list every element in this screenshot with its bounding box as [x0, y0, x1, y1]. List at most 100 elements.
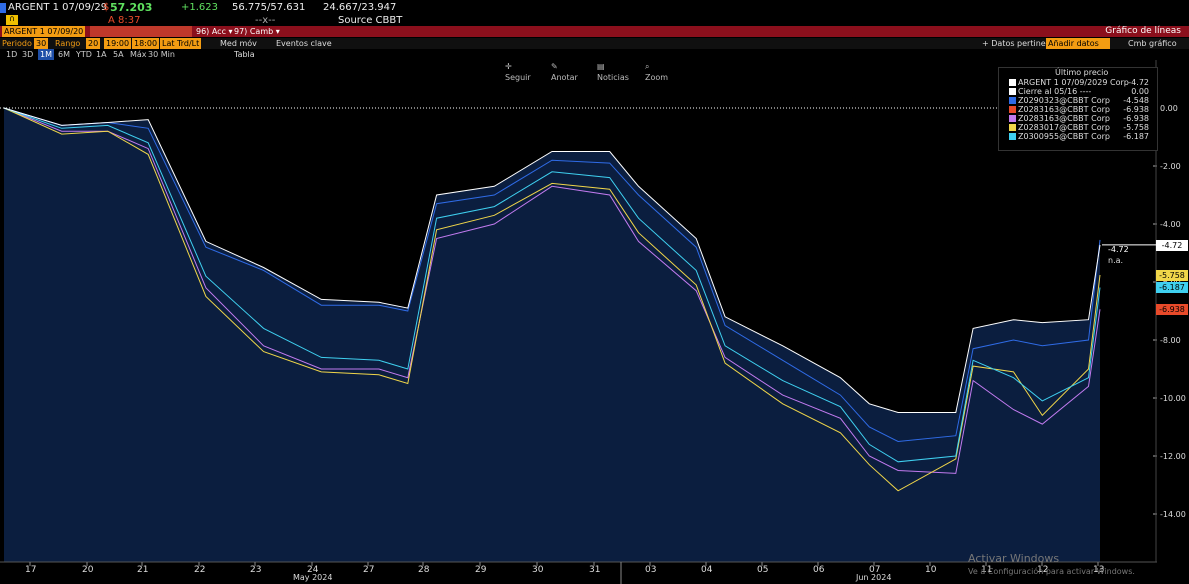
timeframe-button-ytd[interactable]: YTD: [76, 49, 92, 60]
x-tick-label: 07: [869, 565, 880, 575]
eventos-clave-button[interactable]: Eventos clave: [276, 38, 332, 49]
legend-row[interactable]: Z0283163@CBBT Corp -6.938: [1009, 114, 1149, 123]
seguir-button[interactable]: ✛ Seguir: [505, 61, 531, 83]
chart-type-title: Gráfico de líneas: [1105, 26, 1181, 36]
action-96-button[interactable]: 96) Acc ▾: [196, 26, 233, 37]
x-tick-label: 03: [645, 565, 656, 575]
timeframe-button-máx[interactable]: Máx: [130, 49, 147, 60]
x-tick-label: 30: [532, 565, 544, 575]
range-time2-input[interactable]: 18:00: [132, 38, 160, 49]
timeframe-button-1a[interactable]: 1A: [96, 49, 107, 60]
cmb-grafico-button[interactable]: Cmb gráfico: [1128, 38, 1177, 49]
chart-legend[interactable]: Último precio ARGENT 1 07/09/2029 Corp -4…: [998, 67, 1158, 151]
last-price-callout-value: -4.72: [1108, 245, 1129, 254]
legend-label: Z0290323@CBBT Corp: [1018, 96, 1110, 105]
x-tick-label: 21: [137, 565, 148, 575]
windows-watermark-title: Activar Windows: [968, 552, 1060, 565]
legend-label: Z0300955@CBBT Corp: [1018, 132, 1110, 141]
legend-label: Z0283163@CBBT Corp: [1018, 105, 1110, 114]
action-97-button[interactable]: 97) Camb ▾: [234, 26, 280, 37]
right-axis-callout: -6.938: [1156, 304, 1188, 316]
legend-swatch: [1009, 133, 1016, 140]
legend-row[interactable]: Z0283017@CBBT Corp -5.758: [1009, 123, 1149, 132]
series-line-2: [3, 107, 1101, 474]
anotar-label: Anotar: [551, 73, 578, 82]
price-change: +1.623: [181, 2, 219, 13]
range-start-input[interactable]: 20: [86, 38, 101, 49]
timeframe-button-3d[interactable]: 3D: [22, 49, 33, 60]
x-tick-label: 27: [363, 565, 374, 575]
ticker-badge: [0, 3, 6, 13]
settings-bar: Periodo 30 Rango 20 19:00 18:00 Lat Trd/…: [0, 38, 1189, 49]
security-field[interactable]: ARGENT 1 07/09/20: [2, 26, 86, 37]
legend-swatch: [1009, 79, 1016, 86]
period-input[interactable]: 30: [34, 38, 49, 49]
legend-swatch: [1009, 88, 1016, 95]
price-down-arrow-icon: $: [103, 2, 110, 13]
last-trade-select[interactable]: Lat Trd/Lt: [160, 38, 202, 49]
y-tick-label: -8.00: [1160, 336, 1181, 345]
zoom-button[interactable]: ⌕ Zoom: [645, 61, 668, 83]
legend-value: 0.00: [1131, 87, 1149, 96]
legend-swatch: [1009, 115, 1016, 122]
security-header-row2: ∩ A 8:37 --x-- Source CBBT: [0, 15, 1189, 26]
legend-value: -6.187: [1123, 132, 1149, 141]
tabla-button[interactable]: Tabla: [234, 49, 255, 60]
series-line-4: [3, 107, 1101, 463]
anotar-button[interactable]: ✎ Anotar: [551, 61, 578, 83]
series-line-1: [3, 107, 1101, 443]
timeframe-button-30-min[interactable]: 30 Min: [148, 49, 175, 60]
x-tick-label: 23: [250, 565, 261, 575]
legend-label: Cierre al 05/16 ----: [1018, 87, 1092, 96]
timeframe-button-1m[interactable]: 1M: [38, 49, 54, 60]
legend-title: Último precio: [1055, 68, 1109, 77]
security-field-extension[interactable]: [90, 26, 192, 37]
last-price: 57.203: [110, 1, 153, 14]
x-tick-label: 24: [307, 565, 319, 575]
x-tick-label: 05: [757, 565, 768, 575]
windows-watermark-subtitle: Ve a Configuración para activar Windows.: [968, 567, 1135, 576]
legend-row[interactable]: ARGENT 1 07/09/2029 Corp -4.72: [1009, 78, 1149, 87]
function-bar: ARGENT 1 07/09/20 96) Acc ▾ 97) Camb ▾ G…: [0, 26, 1189, 37]
ticker-label[interactable]: ARGENT 1 07/09/29: [8, 3, 107, 13]
legend-label: ARGENT 1 07/09/2029 Corp: [1018, 78, 1129, 87]
x-tick-label: 22: [194, 565, 205, 575]
action-96-label: 96) Acc: [196, 27, 226, 36]
timeframe-button-5a[interactable]: 5A: [113, 49, 124, 60]
timeframe-bar: 1D 3D 1M 6M YTD 1A 5A Máx 30 Min Tabla: [0, 49, 1189, 60]
pricing-source: Source CBBT: [338, 15, 403, 26]
y-tick-label: -2.00: [1160, 162, 1181, 171]
update-time: A 8:37: [108, 15, 141, 26]
y-tick-label: -10.00: [1160, 394, 1186, 403]
add-data-input[interactable]: Añadir datos: [1046, 38, 1110, 49]
legend-row[interactable]: Cierre al 05/16 ---- 0.00: [1009, 87, 1149, 96]
x-tick-label: 20: [82, 565, 94, 575]
y-tick-label: -12.00: [1160, 452, 1186, 461]
last-price-callout: -4.72 n.a.: [1104, 244, 1156, 268]
right-axis-callout: -4.72: [1156, 239, 1188, 251]
legend-swatch: [1009, 106, 1016, 113]
x-tick-label: 04: [701, 565, 713, 575]
legend-value: -4.548: [1123, 96, 1149, 105]
datos-pertinent-button[interactable]: + Datos pertinent: [982, 38, 1054, 49]
range-time1-input[interactable]: 19:00: [104, 38, 132, 49]
right-axis-callout: -5.758: [1156, 269, 1188, 281]
month-label-jun: Jun 2024: [855, 573, 891, 582]
legend-value: -5.758: [1123, 123, 1149, 132]
x-tick-label: 29: [475, 565, 487, 575]
month-label-may: May 2024: [293, 573, 332, 582]
noticias-button[interactable]: ▤ Noticias: [597, 61, 629, 83]
timeframe-button-1d[interactable]: 1D: [6, 49, 17, 60]
med-mov-button[interactable]: Med móv: [220, 38, 257, 49]
legend-row[interactable]: Z0290323@CBBT Corp -4.548: [1009, 96, 1149, 105]
zoom-label: Zoom: [645, 73, 669, 82]
legend-row[interactable]: Z0283163@CBBT Corp -6.938: [1009, 105, 1149, 114]
period-label: Periodo: [2, 39, 32, 48]
legend-value: -6.938: [1123, 114, 1149, 123]
action-97-label: 97) Camb: [234, 27, 274, 36]
bloomberg-logo-icon: ∩: [6, 15, 18, 25]
security-header: ARGENT 1 07/09/29 $ 57.203 +1.623 56.775…: [0, 0, 1189, 15]
legend-row[interactable]: Z0300955@CBBT Corp -6.187: [1009, 132, 1149, 141]
legend-value: -6.938: [1123, 105, 1149, 114]
timeframe-button-6m[interactable]: 6M: [58, 49, 70, 60]
